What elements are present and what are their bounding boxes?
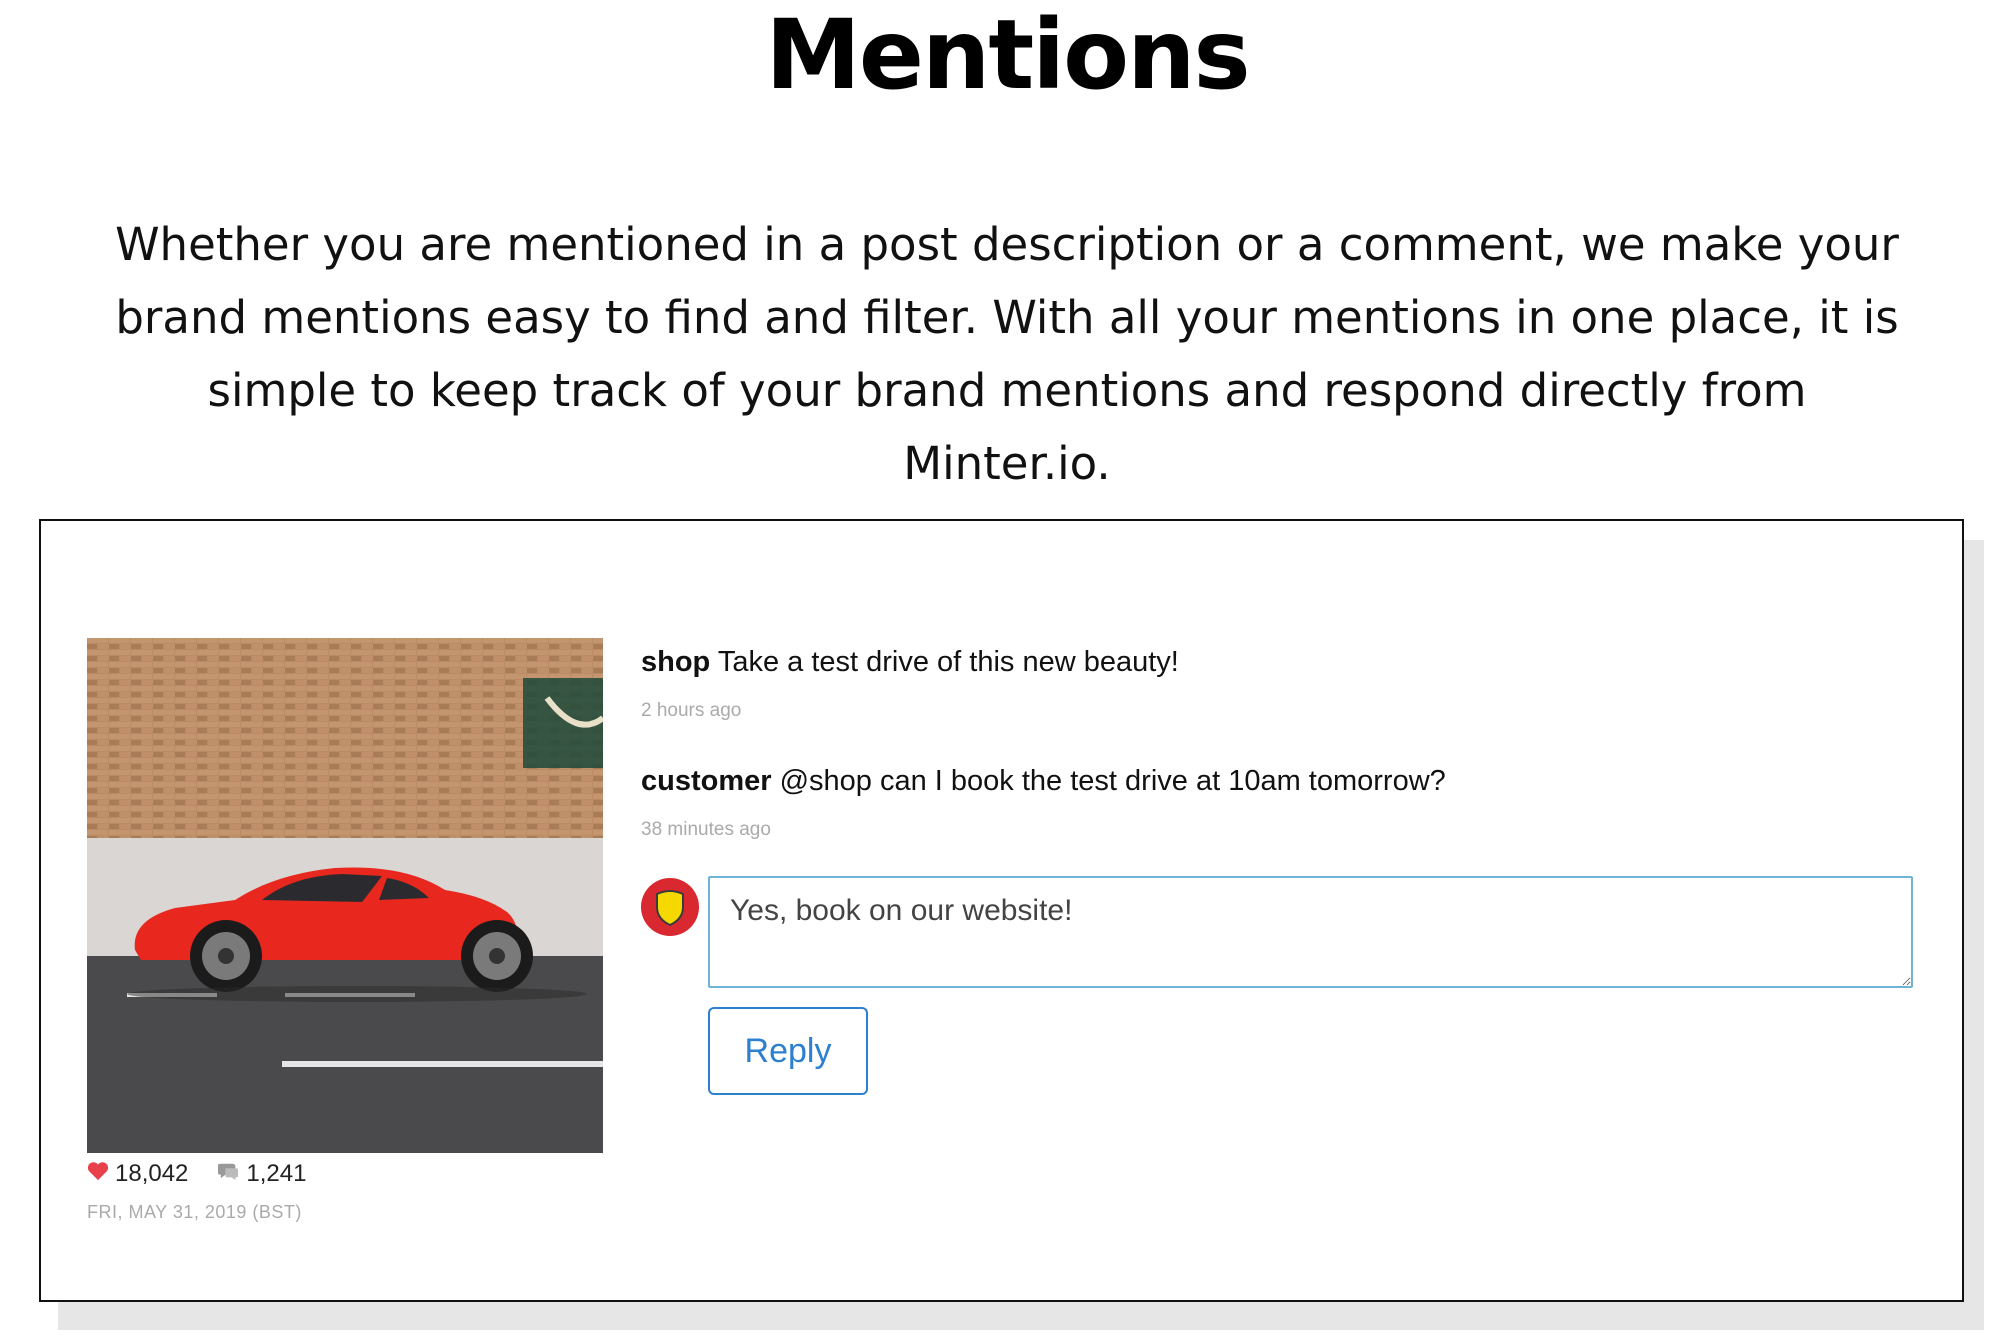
comment-text: @shop can I book the test drive at 10am … [779,765,1446,797]
comment-time: 2 hours ago [641,700,742,721]
intro-paragraph: Whether you are mentioned in a post desc… [115,218,1899,490]
post-stats: 18,042 1,241 [87,1160,328,1188]
comment-username[interactable]: customer [641,765,772,797]
reply-input[interactable]: Yes, book on our website! [708,876,1913,988]
post-date: FRI, MAY 31, 2019 (BST) [87,1202,302,1222]
post-image[interactable] [87,638,603,1153]
comment-time: 38 minutes ago [641,819,771,840]
comments-count: 1,241 [246,1160,307,1187]
comment-shop: shop Take a test drive of this new beaut… [641,646,1179,679]
heart-icon [87,1160,109,1188]
likes-count: 18,042 [115,1160,189,1187]
page-title: Mentions [765,0,1250,111]
comment-text: Take a test drive of this new beauty! [717,646,1179,678]
comment-bubble-icon [215,1160,240,1188]
reply-button[interactable]: Reply [708,1007,868,1095]
avatar [640,877,700,937]
shield-icon [641,878,699,936]
comment-username[interactable]: shop [641,646,710,678]
comment-customer: customer @shop can I book the test drive… [641,765,1446,798]
